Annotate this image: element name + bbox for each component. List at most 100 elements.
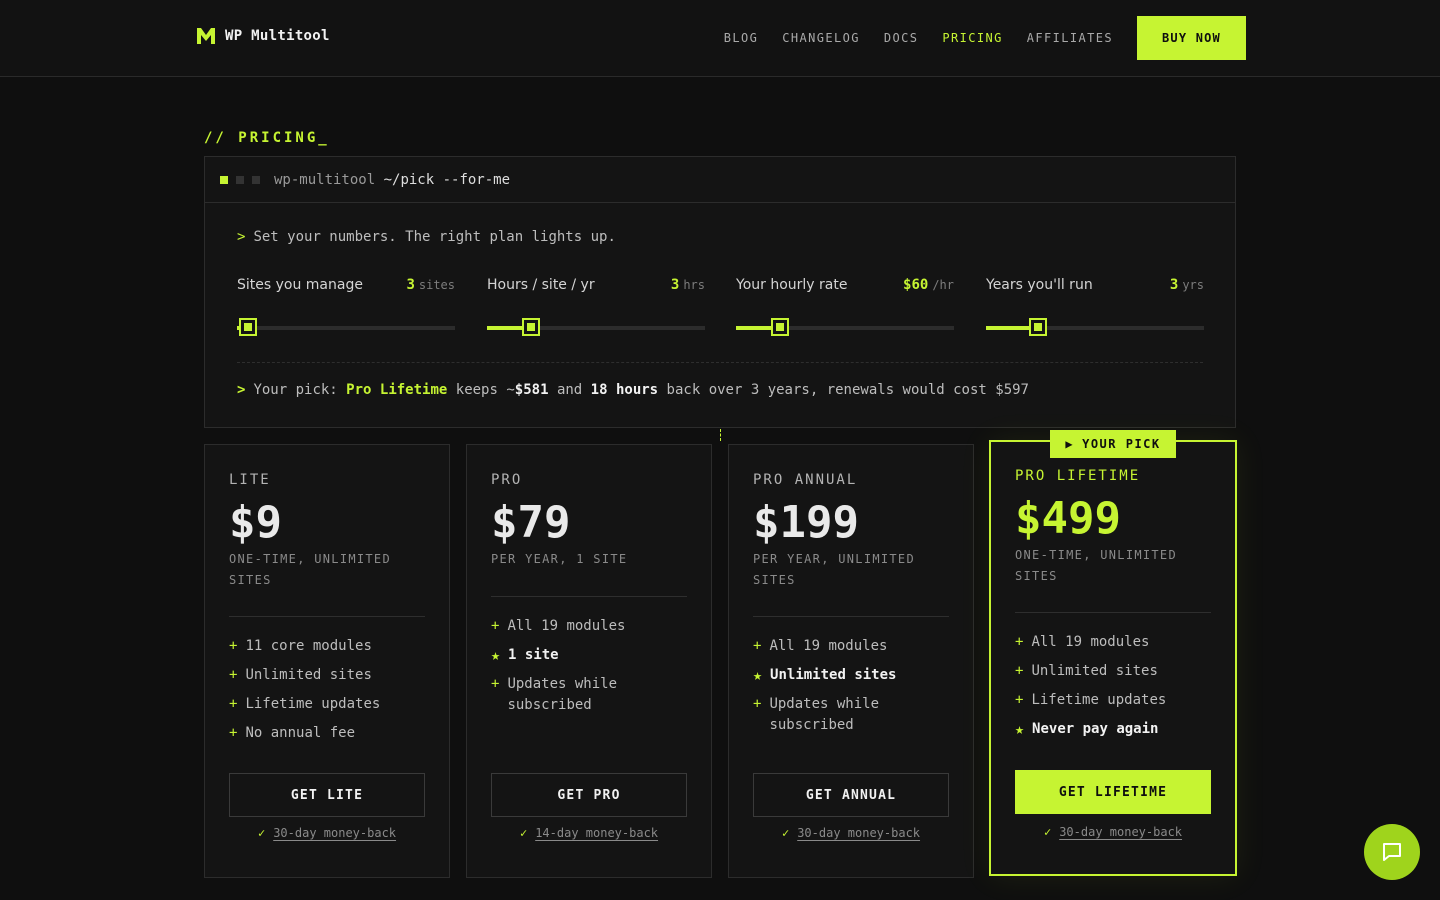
slider-value-number: 3 — [670, 277, 680, 293]
feature-text: Lifetime updates — [1031, 692, 1167, 708]
slider-track[interactable] — [736, 318, 954, 336]
terminal-path: wp-multitool — [274, 171, 376, 188]
feature-item: ★ Never pay again — [1015, 719, 1211, 740]
pick-and: and — [556, 382, 583, 398]
terminal-titlebar: wp-multitool ~/pick --for-me — [205, 157, 1235, 203]
check-icon: ✓ — [1043, 825, 1052, 839]
feature-item: + Lifetime updates — [229, 694, 425, 715]
feature-text: Updates while subscribed — [769, 696, 880, 733]
nav-affiliates[interactable]: AFFILIATES — [1027, 31, 1113, 45]
slider-track[interactable] — [986, 318, 1204, 336]
slider-value-number: 3 — [406, 277, 415, 293]
card-divider — [753, 616, 949, 617]
plus-icon: + — [1015, 634, 1024, 650]
plan-card-pro-lifetime: ▶ YOUR PICK PRO LIFETIME $499 ONE-TIME, U… — [989, 430, 1237, 876]
star-icon: ★ — [491, 646, 501, 664]
plan-picker-terminal: wp-multitool ~/pick --for-me > Set your n… — [204, 156, 1236, 428]
money-back: ✓ 14-day money-back — [467, 826, 711, 840]
slider-thumb[interactable] — [770, 318, 789, 336]
nav-pricing[interactable]: PRICING — [942, 31, 1002, 45]
star-icon: ★ — [753, 666, 763, 684]
slider-label: Sites you manage — [237, 277, 363, 293]
slider-track[interactable] — [237, 318, 455, 336]
slider-thumb[interactable] — [521, 318, 540, 336]
slider-thumb[interactable] — [238, 318, 257, 336]
pick-connector — [720, 429, 721, 441]
plan-price: $9 — [229, 497, 282, 548]
plus-icon: + — [1015, 663, 1024, 679]
money-back: ✓ 30-day money-back — [729, 826, 973, 840]
plus-icon: + — [753, 638, 762, 654]
feature-text: Unlimited sites — [1031, 663, 1158, 679]
nav-blog[interactable]: BLOG — [724, 31, 759, 45]
slider-track[interactable] — [487, 318, 705, 336]
prompt-symbol: > — [237, 229, 246, 245]
money-back-link[interactable]: 14-day money-back — [535, 826, 658, 840]
slider-thumb[interactable] — [1029, 318, 1048, 336]
plan-card-lite: LITE $9 ONE-TIME, UNLIMITED SITES +11 co… — [204, 444, 450, 878]
feature-item: + No annual fee — [229, 723, 425, 744]
feature-item: + Unlimited sites — [229, 665, 425, 686]
plan-price: $199 — [753, 497, 859, 548]
plus-icon: + — [491, 676, 500, 692]
plan-card-pro: PRO $79 PER YEAR, 1 SITE + All 19 modules… — [466, 444, 712, 878]
brand-logo[interactable]: WP Multitool — [197, 28, 330, 44]
feature-text: 1 site — [508, 647, 559, 663]
feature-item: +11 core modules — [229, 636, 425, 657]
pick-prefix: Your pick: — [253, 382, 338, 398]
play-icon: ▶ — [1065, 437, 1075, 451]
money-back: ✓ 30-day money-back — [205, 826, 449, 840]
feature-item: + Updates while subscribed — [491, 674, 687, 716]
slider-value: 3 yrs — [1170, 277, 1204, 293]
feature-text: Unlimited sites — [770, 667, 897, 683]
get-lifetime-button[interactable]: GET LIFETIME — [1015, 770, 1211, 814]
terminal-divider — [237, 362, 1203, 363]
feature-item: + All 19 modules — [753, 636, 949, 657]
nav-changelog[interactable]: CHANGELOG — [782, 31, 860, 45]
slider-value: 3 sites — [406, 277, 455, 293]
section-label: // PRICING_ — [204, 130, 330, 146]
slider-label: Years you'll run — [986, 277, 1093, 293]
feature-text: All 19 modules — [1031, 634, 1150, 650]
money-back-link[interactable]: 30-day money-back — [797, 826, 920, 840]
card-divider — [229, 616, 425, 617]
intro-text: Set your numbers. The right plan lights … — [253, 229, 616, 245]
feature-item: + All 19 modules — [491, 616, 687, 637]
m-logo-icon — [197, 28, 215, 44]
buy-now-button[interactable]: BUY NOW — [1137, 16, 1246, 60]
feature-list: +11 core modules + Unlimited sites + Lifet… — [229, 636, 425, 752]
terminal-intro: > Set your numbers. The right plan lights… — [237, 229, 616, 245]
money-back: ✓ 30-day money-back — [991, 825, 1235, 839]
calculator-sliders: Sites you manage 3 sites Hours / site / y… — [237, 277, 1204, 337]
feature-list: + All 19 modules ★ Unlimited sites + Update… — [753, 636, 949, 744]
brand-name: WP Multitool — [225, 28, 330, 44]
main-nav: BLOG CHANGELOG DOCS PRICING AFFILIATES — [724, 31, 1113, 45]
pick-keeps: keeps ~ — [455, 382, 515, 398]
money-back-link[interactable]: 30-day money-back — [1059, 825, 1182, 839]
slider-label: Your hourly rate — [736, 277, 848, 293]
plan-tier: PRO — [491, 472, 523, 488]
feature-text: No annual fee — [245, 725, 356, 741]
money-back-link[interactable]: 30-day money-back — [273, 826, 396, 840]
site-header: WP Multitool BLOG CHANGELOG DOCS PRICING… — [0, 0, 1440, 77]
plus-icon: + — [1015, 692, 1024, 708]
slider-unit: sites — [418, 278, 455, 292]
chat-bubble-icon — [1383, 843, 1401, 861]
pick-suffix: back over 3 years, renewals would cost $… — [666, 382, 1029, 398]
plus-icon: + — [491, 618, 500, 634]
get-annual-button[interactable]: GET ANNUAL — [753, 773, 949, 817]
get-pro-button[interactable]: GET PRO — [491, 773, 687, 817]
nav-docs[interactable]: DOCS — [884, 31, 919, 45]
plus-icon: + — [753, 696, 762, 712]
chat-button[interactable] — [1364, 824, 1420, 880]
feature-text: Unlimited sites — [245, 667, 372, 683]
feature-item: + Updates while subscribed — [753, 694, 949, 736]
feature-text: Never pay again — [1032, 721, 1159, 737]
pick-result: > Your pick: Pro Lifetime keeps ~$581 and… — [237, 382, 1029, 398]
feature-text: 11 core modules — [245, 638, 372, 654]
get-lite-button[interactable]: GET LITE — [229, 773, 425, 817]
slider-value: $60/hr — [903, 277, 954, 293]
plan-tier: PRO LIFETIME — [1015, 468, 1141, 484]
pick-plan: Pro Lifetime — [346, 382, 448, 398]
feature-text: All 19 modules — [507, 618, 626, 634]
